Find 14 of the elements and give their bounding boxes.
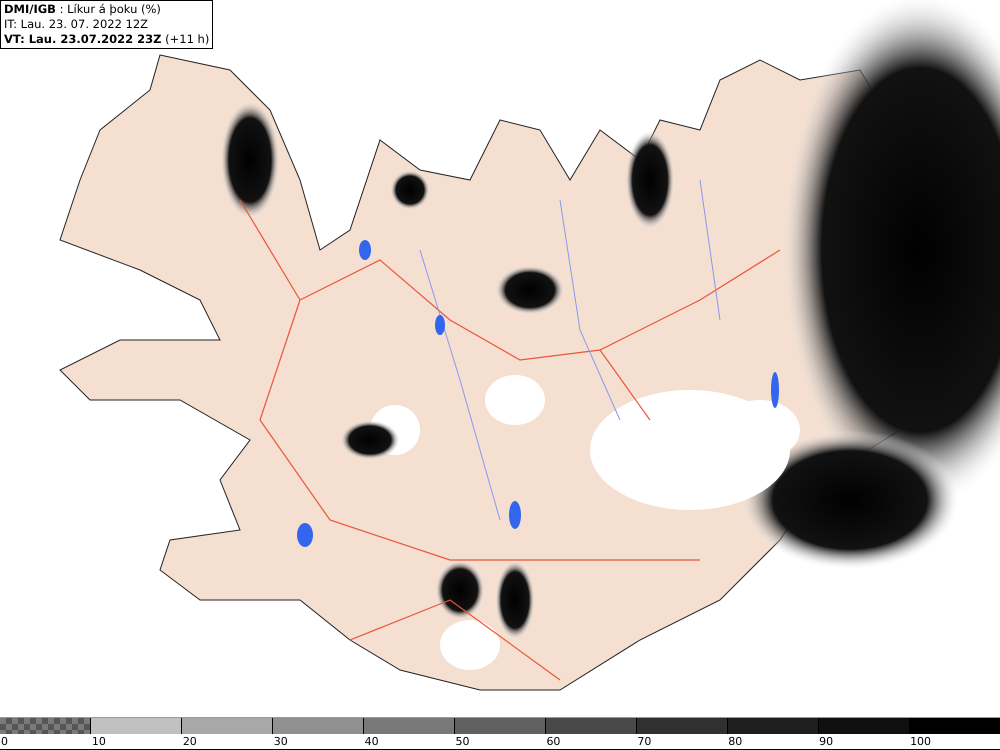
info-line: VT: Lau. 23.07.2022 23Z (+11 h) (4, 32, 210, 47)
scale-label: 100 (909, 734, 932, 749)
scale-label: 30 (272, 734, 289, 749)
info-line: DMI/IGB : Líkur á þoku (%) (4, 2, 162, 17)
scale-label: 70 (636, 734, 652, 749)
scale-label: 10 (90, 734, 107, 749)
scale-label: 50 (454, 734, 471, 749)
scale-label: 80 (727, 734, 744, 749)
info-line: IT: Lau. 23. 07. 2022 12Z (4, 17, 150, 32)
scale-label: 90 (818, 734, 834, 749)
scale-label: 60 (545, 734, 562, 749)
scale-label: 0 (0, 734, 9, 749)
scale-label: 20 (182, 734, 198, 749)
scale-label: 40 (364, 734, 380, 749)
